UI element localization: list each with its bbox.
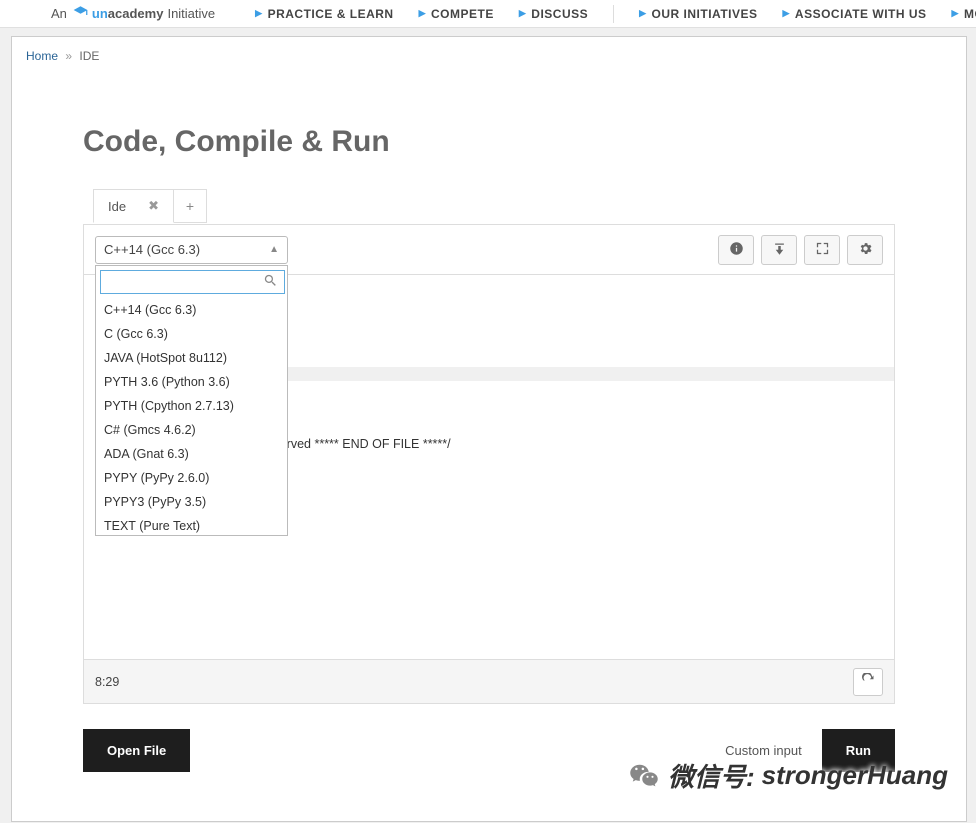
- lang-opt-csharp[interactable]: C# (Gmcs 4.6.2): [96, 418, 287, 442]
- triangle-icon: ▶: [783, 8, 790, 19]
- triangle-icon: ▶: [952, 8, 959, 19]
- logo-suffix: Initiative: [167, 6, 215, 21]
- refresh-icon: [861, 673, 876, 691]
- editor-panel: C++14 (Gcc 6.3) ▲ C++14 (Gcc 6.3): [83, 224, 895, 704]
- run-button[interactable]: Run: [822, 729, 895, 772]
- breadcrumb-home[interactable]: Home: [26, 49, 58, 63]
- language-options[interactable]: C++14 (Gcc 6.3) C (Gcc 6.3) JAVA (HotSpo…: [96, 298, 287, 535]
- language-search: [100, 270, 285, 294]
- nav-items: ▶ PRACTICE & LEARN ▶ COMPETE ▶ DISCUSS ▶ OUR…: [255, 0, 976, 27]
- search-icon: [263, 273, 278, 291]
- page-title: Code, Compile & Run: [12, 75, 966, 189]
- lang-opt-pypy[interactable]: PYPY (PyPy 2.6.0): [96, 466, 287, 490]
- triangle-icon: ▶: [255, 8, 262, 19]
- info-button[interactable]: [718, 235, 754, 265]
- nav-discuss[interactable]: ▶ DISCUSS: [519, 7, 588, 21]
- language-search-wrap: [96, 266, 287, 298]
- expand-button[interactable]: [804, 235, 840, 265]
- close-icon[interactable]: ✖: [148, 198, 159, 214]
- lang-opt-ada[interactable]: ADA (Gnat 6.3): [96, 442, 287, 466]
- gear-icon: [858, 241, 873, 259]
- download-icon: [772, 241, 787, 259]
- language-selected: C++14 (Gcc 6.3): [104, 242, 200, 257]
- language-dropdown: C++14 (Gcc 6.3) C (Gcc 6.3) JAVA (HotSpo…: [95, 265, 288, 536]
- status-bar: 8:29: [84, 659, 894, 703]
- nav-label: MORE: [964, 7, 976, 21]
- download-button[interactable]: [761, 235, 797, 265]
- expand-icon: [815, 241, 830, 259]
- logo-prefix: An: [51, 6, 67, 21]
- nav-practice[interactable]: ▶ PRACTICE & LEARN: [255, 7, 393, 21]
- top-nav: An unacademy Initiative ▶ PRACTICE & LEAR…: [0, 0, 976, 28]
- breadcrumb: Home » IDE: [12, 37, 966, 75]
- nav-label: COMPETE: [431, 7, 494, 21]
- triangle-icon: ▶: [519, 8, 526, 19]
- nav-separator: [613, 5, 614, 23]
- lang-opt-text[interactable]: TEXT (Pure Text): [96, 514, 287, 535]
- lang-opt-pyth27[interactable]: PYTH (Cpython 2.7.13): [96, 394, 287, 418]
- tab-add[interactable]: +: [174, 189, 207, 223]
- right-actions: Custom input Run: [725, 729, 895, 772]
- custom-input-label[interactable]: Custom input: [725, 743, 802, 758]
- refresh-button[interactable]: [853, 668, 883, 696]
- lang-opt-c[interactable]: C (Gcc 6.3): [96, 322, 287, 346]
- logo-brand-academy: academy: [108, 6, 164, 21]
- nav-label: ASSOCIATE WITH US: [795, 7, 927, 21]
- nav-label: OUR INITIATIVES: [652, 7, 758, 21]
- nav-initiatives[interactable]: ▶ OUR INITIATIVES: [639, 7, 757, 21]
- editor-toolbar: C++14 (Gcc 6.3) ▲ C++14 (Gcc 6.3): [84, 225, 894, 275]
- nav-more[interactable]: ▶ MORE: [952, 7, 976, 21]
- lang-opt-pyth36[interactable]: PYTH 3.6 (Python 3.6): [96, 370, 287, 394]
- breadcrumb-sep: »: [65, 49, 72, 63]
- tab-ide[interactable]: Ide ✖: [93, 189, 174, 223]
- page-container: Home » IDE Code, Compile & Run Ide ✖ + C…: [11, 36, 967, 822]
- action-row: Open File Custom input Run: [12, 704, 966, 772]
- language-search-input[interactable]: [101, 271, 284, 293]
- lang-opt-cpp14[interactable]: C++14 (Gcc 6.3): [96, 298, 287, 322]
- tabs: Ide ✖ +: [12, 189, 966, 224]
- nav-compete[interactable]: ▶ COMPETE: [419, 7, 494, 21]
- info-icon: [729, 241, 744, 259]
- logo-brand-un: un: [92, 6, 108, 21]
- nav-label: DISCUSS: [531, 7, 588, 21]
- lang-opt-pypy3[interactable]: PYPY3 (PyPy 3.5): [96, 490, 287, 514]
- cursor-position: 8:29: [95, 675, 119, 689]
- lang-opt-java[interactable]: JAVA (HotSpot 8u112): [96, 346, 287, 370]
- tab-label: Ide: [108, 199, 126, 214]
- language-select[interactable]: C++14 (Gcc 6.3) ▲: [95, 236, 288, 264]
- logo[interactable]: An unacademy Initiative: [51, 5, 215, 23]
- hat-icon: [73, 5, 88, 23]
- breadcrumb-current: IDE: [79, 49, 99, 63]
- triangle-icon: ▶: [419, 8, 426, 19]
- toolbar-buttons: [718, 235, 883, 265]
- nav-associate[interactable]: ▶ ASSOCIATE WITH US: [783, 7, 927, 21]
- language-select-wrap: C++14 (Gcc 6.3) ▲ C++14 (Gcc 6.3): [95, 236, 288, 264]
- chevron-up-icon: ▲: [269, 244, 279, 255]
- triangle-icon: ▶: [639, 8, 646, 19]
- open-file-button[interactable]: Open File: [83, 729, 190, 772]
- settings-button[interactable]: [847, 235, 883, 265]
- nav-label: PRACTICE & LEARN: [268, 7, 394, 21]
